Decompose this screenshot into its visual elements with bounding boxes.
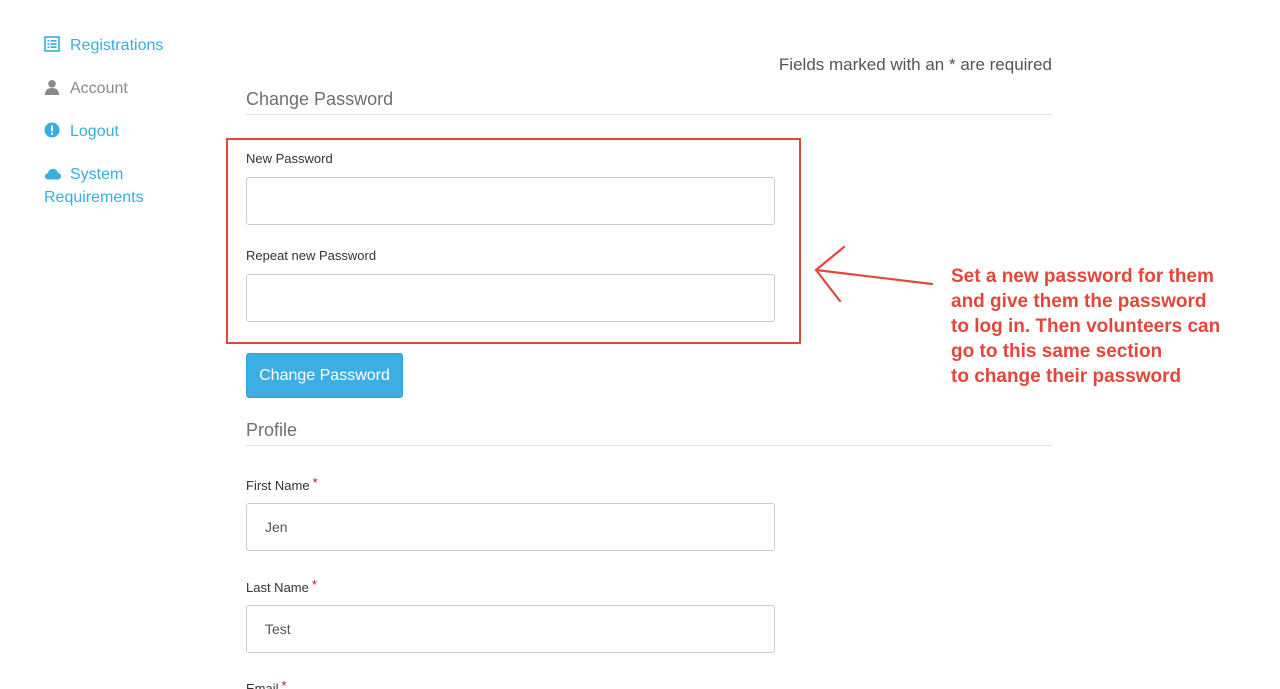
- last-name-input[interactable]: [246, 605, 775, 653]
- required-marker: *: [281, 678, 287, 689]
- first-name-label-text: First Name: [246, 478, 310, 493]
- sidebar-item-account[interactable]: Account: [44, 77, 204, 100]
- user-icon: [44, 79, 62, 95]
- account-page: Registrations Account Logout System Requ…: [0, 0, 1280, 689]
- annotation-line: and give them the password: [951, 291, 1207, 312]
- first-name-label: First Name *: [246, 474, 318, 493]
- profile-heading: Profile: [246, 419, 1052, 446]
- sidebar-item-system-requirements[interactable]: System Requirements: [44, 163, 204, 209]
- list-icon: [44, 36, 62, 52]
- annotation-line: to log in. Then volunteers can: [951, 316, 1221, 337]
- first-name-input[interactable]: [246, 503, 775, 551]
- last-name-label: Last Name *: [246, 576, 317, 595]
- annotation-arrow-icon: [814, 245, 934, 303]
- cloud-icon: [44, 165, 62, 181]
- sidebar-item-label: Registrations: [70, 37, 164, 54]
- required-fields-note: Fields marked with an * are required: [778, 55, 1052, 74]
- change-password-heading: Change Password: [246, 88, 1052, 115]
- email-label-text: Email: [246, 681, 279, 689]
- required-marker: *: [311, 577, 317, 592]
- sidebar-item-label-continued: Requirements: [44, 189, 144, 206]
- annotation-line: go to this same section: [951, 341, 1163, 362]
- alert-circle-icon: [44, 122, 62, 138]
- last-name-label-text: Last Name: [246, 580, 309, 595]
- annotation-line: to change their password: [951, 366, 1182, 387]
- email-label: Email *: [246, 677, 287, 689]
- annotation-highlight-box: [226, 138, 801, 344]
- sidebar-item-registrations[interactable]: Registrations: [44, 34, 204, 57]
- sidebar-nav: Registrations Account Logout System Requ…: [44, 34, 204, 229]
- annotation-note: Set a new password for them and give the…: [951, 264, 1271, 389]
- sidebar-item-label: Logout: [70, 123, 119, 140]
- annotation-line: Set a new password for them: [951, 266, 1214, 287]
- sidebar-item-logout[interactable]: Logout: [44, 120, 204, 143]
- account-form: Fields marked with an * are required Cha…: [246, 40, 1052, 115]
- sidebar-item-label: Account: [70, 80, 128, 97]
- change-password-button[interactable]: Change Password: [246, 353, 403, 398]
- required-marker: *: [312, 475, 318, 490]
- sidebar-item-label: System: [70, 166, 124, 183]
